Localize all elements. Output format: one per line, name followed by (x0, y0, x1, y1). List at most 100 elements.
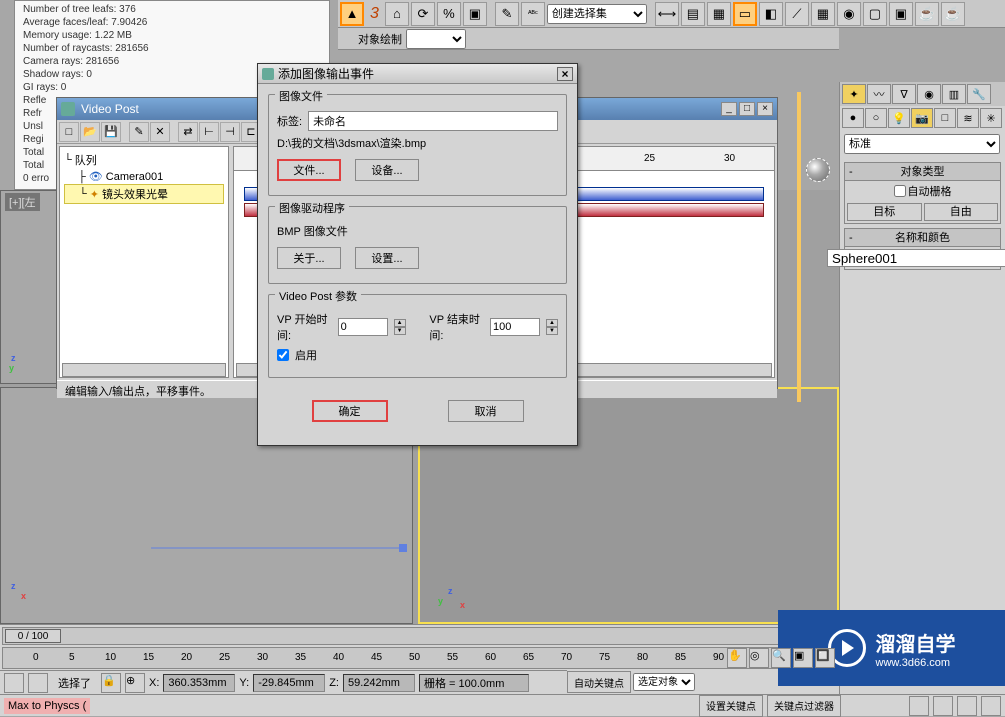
display-tab[interactable]: ▥ (942, 84, 966, 104)
hierarchy-tab[interactable]: ∇ (892, 84, 916, 104)
script-listener[interactable]: Max to Physcs ( (4, 698, 90, 714)
create-tab[interactable]: ✦ (842, 84, 866, 104)
layers-icon[interactable]: ▭ (733, 2, 757, 26)
lights-tab[interactable]: 💡 (888, 108, 910, 128)
zoom-icon[interactable]: 🔍 (771, 648, 791, 668)
y-coord[interactable]: -29.845mm (253, 674, 325, 692)
delete-icon[interactable]: ✕ (150, 122, 170, 142)
tool-btn[interactable]: ▣ (463, 2, 487, 26)
dialog-close-button[interactable]: × (557, 67, 573, 81)
sphere-object[interactable] (806, 158, 830, 182)
render-frame-icon[interactable]: ▣ (889, 2, 913, 26)
orbit-icon[interactable]: ◎ (749, 648, 769, 668)
curve-editor-icon[interactable]: ⟋ (785, 2, 809, 26)
file-button[interactable]: 文件... (277, 159, 341, 181)
nav-btn[interactable] (933, 696, 953, 716)
tag-input[interactable] (308, 111, 558, 131)
selection-set-dropdown[interactable]: 创建选择集 (547, 4, 647, 24)
modify-tab[interactable]: 〰 (867, 84, 891, 104)
time-slider[interactable]: 0 / 100 (2, 627, 837, 645)
nav-btn[interactable] (957, 696, 977, 716)
object-paint-label: 对象绘制 (358, 31, 402, 47)
section-header[interactable]: -名称和颜色 (845, 229, 1000, 247)
geometry-tab[interactable]: ● (842, 108, 864, 128)
set-key-button[interactable]: 设置关键点 (699, 695, 763, 717)
maximize-viewport-icon[interactable]: 🔲 (815, 648, 835, 668)
nav-btn[interactable] (909, 696, 929, 716)
autogrid-checkbox[interactable] (894, 185, 906, 197)
object-name-input[interactable] (827, 249, 1005, 267)
queue-root[interactable]: └队列 (64, 151, 224, 169)
key-filter-button[interactable]: 关键点过滤器 (767, 695, 841, 717)
pan-icon[interactable]: ✋ (727, 648, 747, 668)
command-panel-tabs: ✦ 〰 ∇ ◉ ▥ 🔧 (840, 82, 1005, 106)
dialog-titlebar[interactable]: 添加图像输出事件 × (258, 64, 577, 84)
tool-btn[interactable]: ✎ (495, 2, 519, 26)
cameras-tab[interactable]: 📷 (911, 108, 933, 128)
ok-button[interactable]: 确定 (312, 400, 388, 422)
tool-btn[interactable]: ᴬᴮᶜ (521, 2, 545, 26)
helpers-tab[interactable]: □ (934, 108, 956, 128)
maximize-button[interactable]: □ (739, 102, 755, 116)
z-coord[interactable]: 59.242mm (343, 674, 415, 692)
shapes-tab[interactable]: ○ (865, 108, 887, 128)
systems-tab[interactable]: ✳ (980, 108, 1002, 128)
coord-icon[interactable]: ⊕ (125, 673, 145, 693)
about-button[interactable]: 关于... (277, 247, 341, 269)
settings-button[interactable]: 设置... (355, 247, 419, 269)
enable-checkbox[interactable] (277, 349, 289, 361)
render-icon[interactable]: ☕ (941, 2, 965, 26)
device-button[interactable]: 设备... (355, 159, 419, 181)
edit-icon[interactable]: ✎ (129, 122, 149, 142)
viewport-label[interactable]: [+][左 (5, 193, 40, 211)
close-button[interactable]: × (757, 102, 773, 116)
frame-indicator[interactable]: 0 / 100 (5, 629, 61, 643)
spinner-buttons[interactable]: ▲▼ (394, 319, 406, 335)
open-icon[interactable]: 📂 (80, 122, 100, 142)
queue-lens-glow[interactable]: └✦镜头效果光晕 (64, 184, 224, 204)
vp-start-input[interactable] (338, 318, 388, 336)
queue-camera[interactable]: ├👁Camera001 (64, 169, 224, 184)
schematic-icon[interactable]: ▦ (811, 2, 835, 26)
new-icon[interactable]: □ (59, 122, 79, 142)
time-ruler[interactable]: 0 5 10 15 20 25 30 35 40 45 50 55 60 65 … (2, 647, 837, 669)
align-right-icon[interactable]: ⊣ (220, 122, 240, 142)
align-icon[interactable]: ▤ (681, 2, 705, 26)
video-post-queue[interactable]: └队列 ├👁Camera001 └✦镜头效果光晕 (59, 146, 229, 378)
spacewarps-tab[interactable]: ≋ (957, 108, 979, 128)
nav-btn[interactable] (981, 696, 1001, 716)
target-camera-button[interactable]: 目标 (847, 203, 922, 221)
tree-scrollbar[interactable] (62, 363, 226, 377)
tool-btn[interactable]: ◧ (759, 2, 783, 26)
free-camera-button[interactable]: 自由 (924, 203, 999, 221)
mirror-icon[interactable]: ⟷ (655, 2, 679, 26)
tool-btn[interactable]: ▲ (340, 2, 364, 26)
dialog-icon (262, 68, 274, 80)
tool-btn[interactable]: ⟳ (411, 2, 435, 26)
save-icon[interactable]: 💾 (101, 122, 121, 142)
minimize-button[interactable]: _ (721, 102, 737, 116)
material-icon[interactable]: ◉ (837, 2, 861, 26)
render-icon[interactable]: ☕ (915, 2, 939, 26)
vp-end-input[interactable] (490, 318, 540, 336)
spinner-buttons[interactable]: ▲▼ (546, 319, 558, 335)
key-mode-dropdown[interactable]: 选定对象 (633, 673, 695, 691)
motion-tab[interactable]: ◉ (917, 84, 941, 104)
lock-selection-icon[interactable]: 🔒 (101, 673, 121, 693)
zoom-extents-icon[interactable]: ▣ (793, 648, 813, 668)
cancel-button[interactable]: 取消 (448, 400, 524, 422)
section-header[interactable]: -对象类型 (845, 163, 1000, 181)
category-dropdown[interactable]: 标准 (844, 134, 1000, 154)
x-coord[interactable]: 360.353mm (163, 674, 235, 692)
render-setup-icon[interactable]: ▢ (863, 2, 887, 26)
swap-icon[interactable]: ⇄ (178, 122, 198, 142)
align-left-icon[interactable]: ⊢ (199, 122, 219, 142)
utilities-tab[interactable]: 🔧 (967, 84, 991, 104)
tool-btn[interactable]: ⌂ (385, 2, 409, 26)
paint-dropdown[interactable] (406, 29, 466, 49)
tool-btn[interactable]: ▦ (707, 2, 731, 26)
percent-icon[interactable]: % (437, 2, 461, 26)
script-icon[interactable] (4, 673, 24, 693)
lock-icon[interactable] (28, 673, 48, 693)
auto-key-button[interactable]: 自动关键点 (567, 671, 631, 693)
